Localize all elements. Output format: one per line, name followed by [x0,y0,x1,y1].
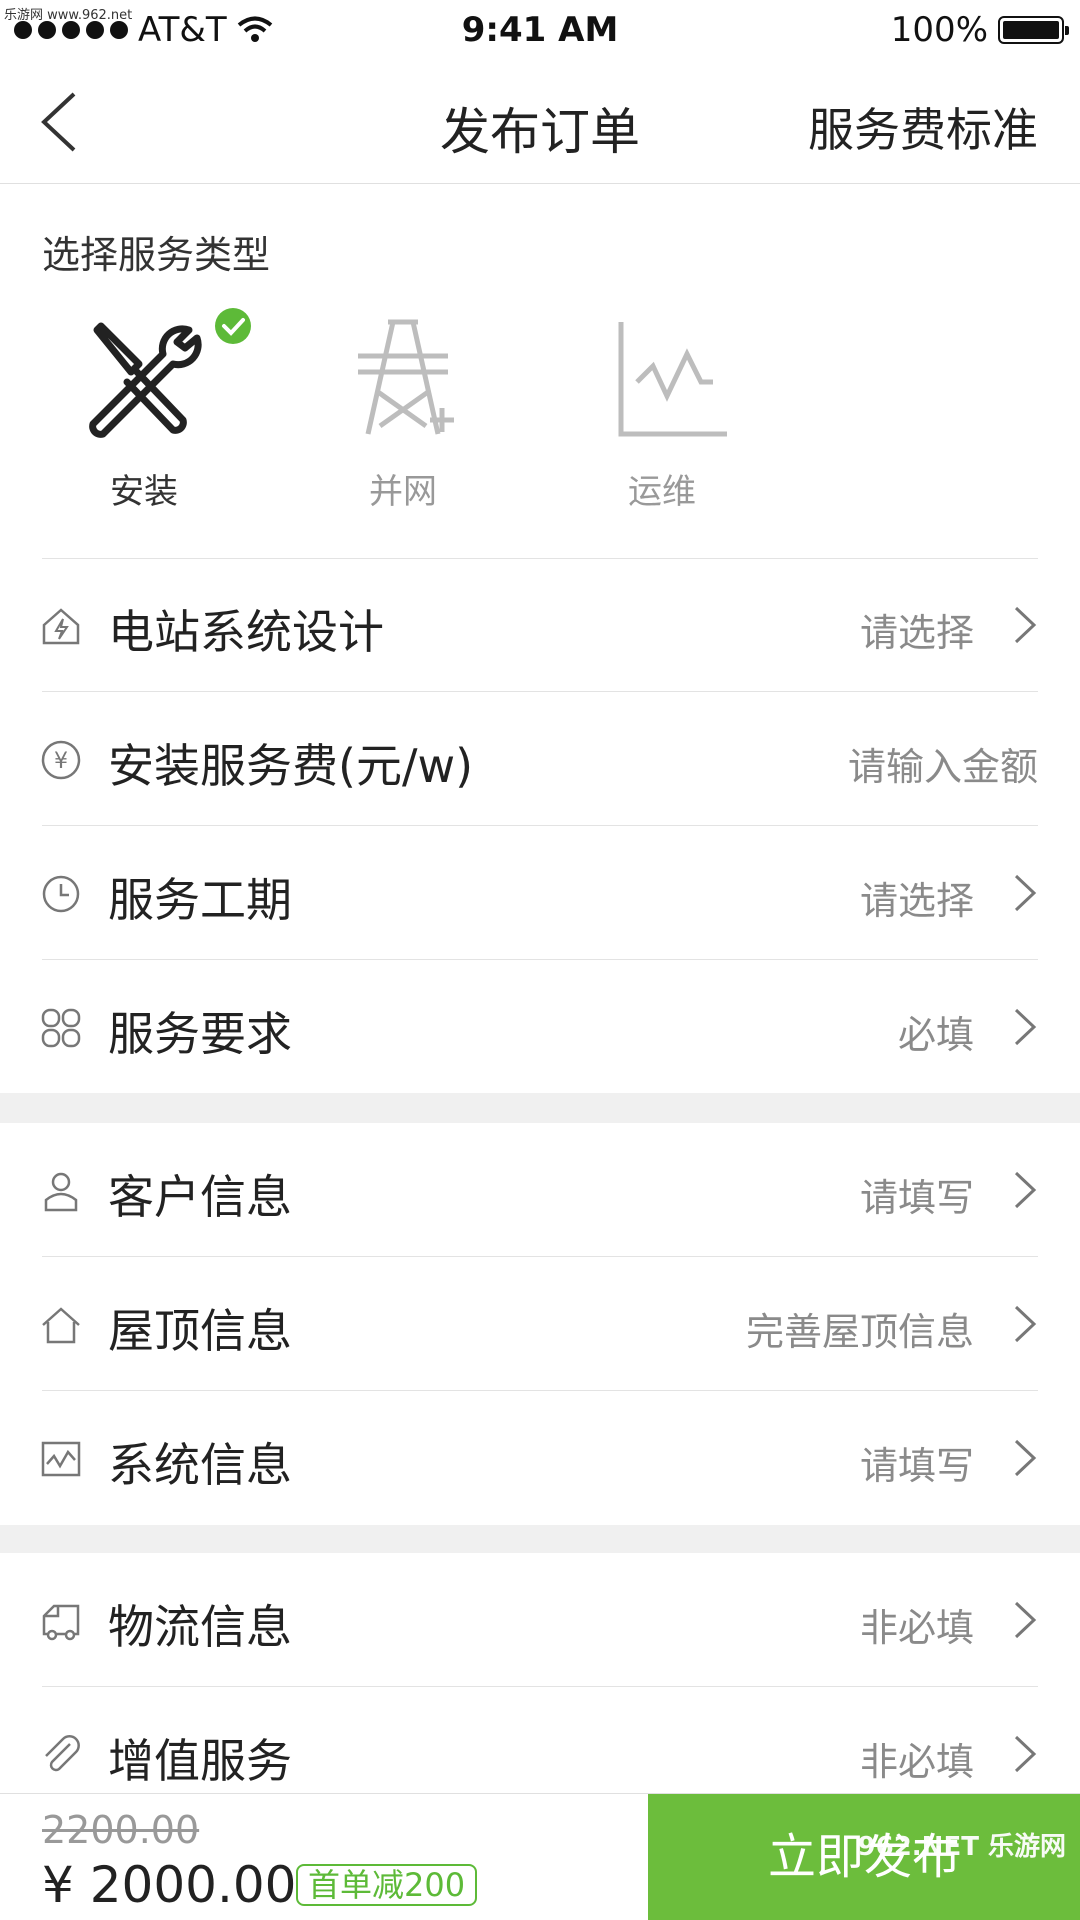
service-option-maintenance[interactable]: 运维 [582,316,742,513]
paperclip-icon [45,1735,80,1772]
chevron-right-icon [1014,1008,1037,1046]
row-title: 增值服务 [108,1734,292,1788]
battery-icon [998,16,1069,44]
row-title: 屋顶信息 [108,1304,292,1358]
row-value: 非必填 [859,1606,974,1650]
row-logistics-info[interactable]: 物流信息 非必填 [0,1553,1080,1687]
row-value: 请选择 [859,879,974,923]
service-fee-standard-link[interactable]: 服务费标准 [808,94,1038,160]
row-title: 服务工期 [108,873,292,927]
row-title: 安装服务费(元/w) [108,739,474,793]
service-option-label: 安装 [110,472,178,512]
status-bar: AT&T 9:41 AM 100% [0,0,1080,60]
row-roof-info[interactable]: 屋顶信息 完善屋顶信息 [0,1257,1080,1391]
section-gap [0,1093,1080,1123]
power-tower-icon [358,319,454,435]
row-title: 系统信息 [108,1438,292,1492]
section-gap [0,1525,1080,1553]
chevron-right-icon [1014,1305,1037,1343]
chevron-right-icon [1014,1171,1037,1209]
battery-percent: 100% [890,10,988,50]
row-value: 必填 [897,1013,974,1057]
row-service-period[interactable]: 服务工期 请选择 [0,826,1080,960]
row-title: 客户信息 [108,1170,292,1224]
system-chart-icon [41,1441,81,1477]
svg-text:¥: ¥ [54,749,68,774]
publish-button[interactable]: 立即发布 962.NET 乐游网 [648,1794,1080,1920]
grid-icon [41,1008,81,1048]
row-title: 电站系统设计 [108,605,384,659]
bottom-bar: 2200.00 ¥ 2000.00 首单减200 立即发布 962.NET 乐游… [0,1793,1080,1920]
row-station-design[interactable]: 电站系统设计 请选择 [0,558,1080,692]
row-service-requirements[interactable]: 服务要求 必填 [0,960,1080,1094]
truck-icon [42,1604,80,1641]
row-install-fee[interactable]: ¥ 安装服务费(元/w) 请输入金额 [0,692,1080,826]
row-value: 完善屋顶信息 [745,1310,974,1354]
service-option-label: 运维 [628,472,696,512]
chevron-right-icon [1014,1601,1037,1639]
watermark-logo: 962.NET 乐游网 [857,1832,1066,1862]
row-value: 非必填 [859,1740,974,1784]
final-price: ¥ 2000.00 [42,1856,297,1914]
install-fee-input[interactable]: 请输入金额 [848,736,1038,791]
selected-check-icon [215,308,251,344]
service-type-label: 选择服务类型 [42,233,271,277]
chevron-right-icon [1014,874,1037,912]
home-icon [42,1307,80,1344]
discount-badge: 首单减200 [296,1864,478,1906]
row-system-info[interactable]: 系统信息 请填写 [0,1391,1080,1525]
chevron-right-icon [1014,1439,1037,1477]
service-option-grid[interactable]: 并网 [323,316,483,513]
nav-bar: 发布订单 服务费标准 [0,60,1080,184]
row-customer-info[interactable]: 客户信息 请填写 [0,1123,1080,1257]
chevron-right-icon [1014,1735,1037,1773]
chevron-right-icon [1014,606,1037,644]
row-title: 服务要求 [108,1007,292,1061]
service-option-label: 并网 [369,472,437,512]
user-icon [44,1172,78,1212]
service-option-install[interactable]: 安装 [64,316,224,513]
row-value: 请选择 [859,611,974,655]
yuan-icon: ¥ [41,740,81,780]
tools-icon [89,322,202,438]
row-title: 物流信息 [108,1600,292,1654]
original-price: 2200.00 [42,1808,200,1852]
clock-icon [42,875,80,913]
row-value: 请填写 [859,1444,974,1488]
row-value: 请填写 [859,1176,974,1220]
chart-line-icon [618,322,727,437]
house-bolt-icon [42,608,80,645]
